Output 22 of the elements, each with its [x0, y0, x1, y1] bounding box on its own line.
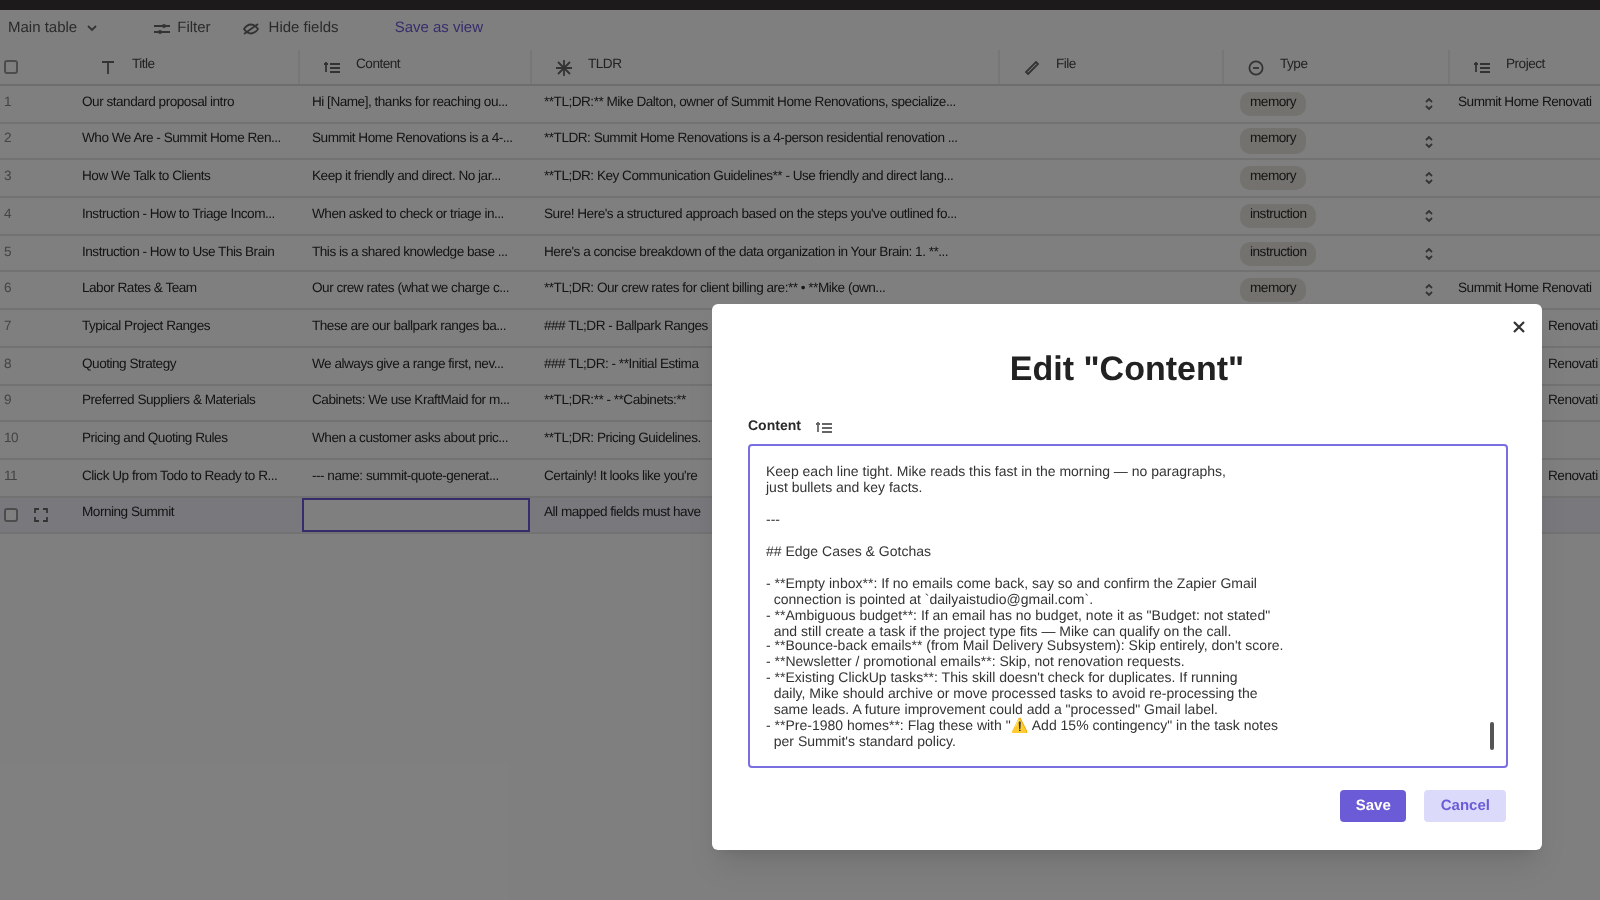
expand-icon — [34, 507, 48, 522]
list-icon — [816, 420, 833, 435]
close-button[interactable] — [1508, 316, 1528, 336]
chevron-updown-icon — [1424, 207, 1434, 224]
scrollbar[interactable] — [1490, 722, 1494, 750]
chevron-updown-icon — [1424, 282, 1434, 299]
filter-icon — [153, 21, 170, 35]
pencil-icon — [1024, 59, 1040, 75]
chevron-updown-icon — [1424, 133, 1434, 150]
chevron-updown-icon — [1424, 245, 1434, 262]
sparkle-icon — [556, 59, 572, 75]
dialog-title: Edit "Content" — [1009, 348, 1245, 392]
close-icon — [1511, 319, 1525, 333]
caret-icon — [85, 24, 98, 32]
circle-icon — [1248, 59, 1264, 75]
text-icon — [100, 59, 116, 75]
eye-off-icon — [242, 21, 261, 35]
list-icon — [1474, 59, 1490, 75]
chevron-updown-icon — [1424, 95, 1434, 112]
active-cell[interactable] — [302, 497, 530, 533]
chevron-updown-icon — [1424, 170, 1434, 187]
list-icon — [324, 59, 340, 75]
